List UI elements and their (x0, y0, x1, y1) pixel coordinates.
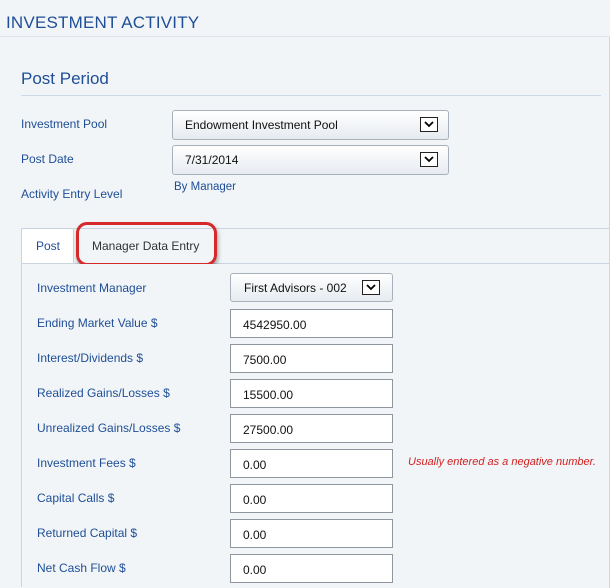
investment-manager-value: First Advisors - 002 (244, 281, 347, 295)
investment-fees-input[interactable]: 0.00 (230, 449, 393, 478)
section-divider (21, 95, 601, 96)
activity-entry-level-label: Activity Entry Level (21, 187, 123, 201)
investment-pool-label: Investment Pool (21, 117, 108, 131)
chevron-down-icon[interactable] (362, 280, 380, 295)
realized-gains-label: Realized Gains/Losses $ (37, 386, 170, 400)
unrealized-gains-input[interactable]: 27500.00 (230, 414, 393, 443)
unrealized-gains-label: Unrealized Gains/Losses $ (37, 421, 181, 435)
interest-dividends-label: Interest/Dividends $ (37, 351, 144, 365)
net-cash-flow-value: 0.00 (243, 563, 267, 577)
capital-calls-input[interactable]: 0.00 (230, 484, 393, 513)
post-date-label: Post Date (21, 152, 74, 166)
tab-highlight-callout (76, 222, 217, 266)
activity-entry-level-value: By Manager (174, 181, 237, 193)
investment-manager-select[interactable]: First Advisors - 002 (230, 273, 393, 302)
chevron-down-icon[interactable] (420, 152, 438, 167)
ending-market-value-label: Ending Market Value $ (37, 316, 158, 330)
returned-capital-label: Returned Capital $ (37, 526, 138, 540)
net-cash-flow-label: Net Cash Flow $ (37, 561, 126, 575)
net-cash-flow-input[interactable]: 0.00 (230, 554, 393, 583)
tab-post[interactable]: Post (22, 229, 74, 263)
capital-calls-label: Capital Calls $ (37, 491, 115, 505)
capital-calls-value: 0.00 (243, 493, 267, 507)
unrealized-gains-value: 27500.00 (243, 423, 294, 437)
chevron-down-icon[interactable] (420, 117, 438, 132)
post-date-value: 7/31/2014 (185, 153, 239, 167)
investment-manager-label: Investment Manager (37, 281, 147, 295)
realized-gains-input[interactable]: 15500.00 (230, 379, 393, 408)
returned-capital-input[interactable]: 0.00 (230, 519, 393, 548)
ending-market-value-value: 4542950.00 (243, 318, 307, 332)
realized-gains-value: 15500.00 (243, 388, 294, 402)
investment-pool-select[interactable]: Endowment Investment Pool (172, 110, 449, 140)
investment-fees-label: Investment Fees $ (37, 456, 136, 470)
section-title: Post Period (21, 69, 109, 88)
investment-pool-value: Endowment Investment Pool (185, 118, 338, 132)
tab-post-label: Post (36, 239, 61, 253)
returned-capital-value: 0.00 (243, 528, 267, 542)
post-date-select[interactable]: 7/31/2014 (172, 145, 449, 175)
ending-market-value-input[interactable]: 4542950.00 (230, 309, 393, 338)
investment-fees-hint: Usually entered as a negative number. (408, 456, 596, 468)
app-title: INVESTMENT ACTIVITY (6, 13, 200, 32)
interest-dividends-input[interactable]: 7500.00 (230, 344, 393, 373)
investment-fees-value: 0.00 (243, 458, 267, 472)
interest-dividends-value: 7500.00 (243, 353, 287, 367)
